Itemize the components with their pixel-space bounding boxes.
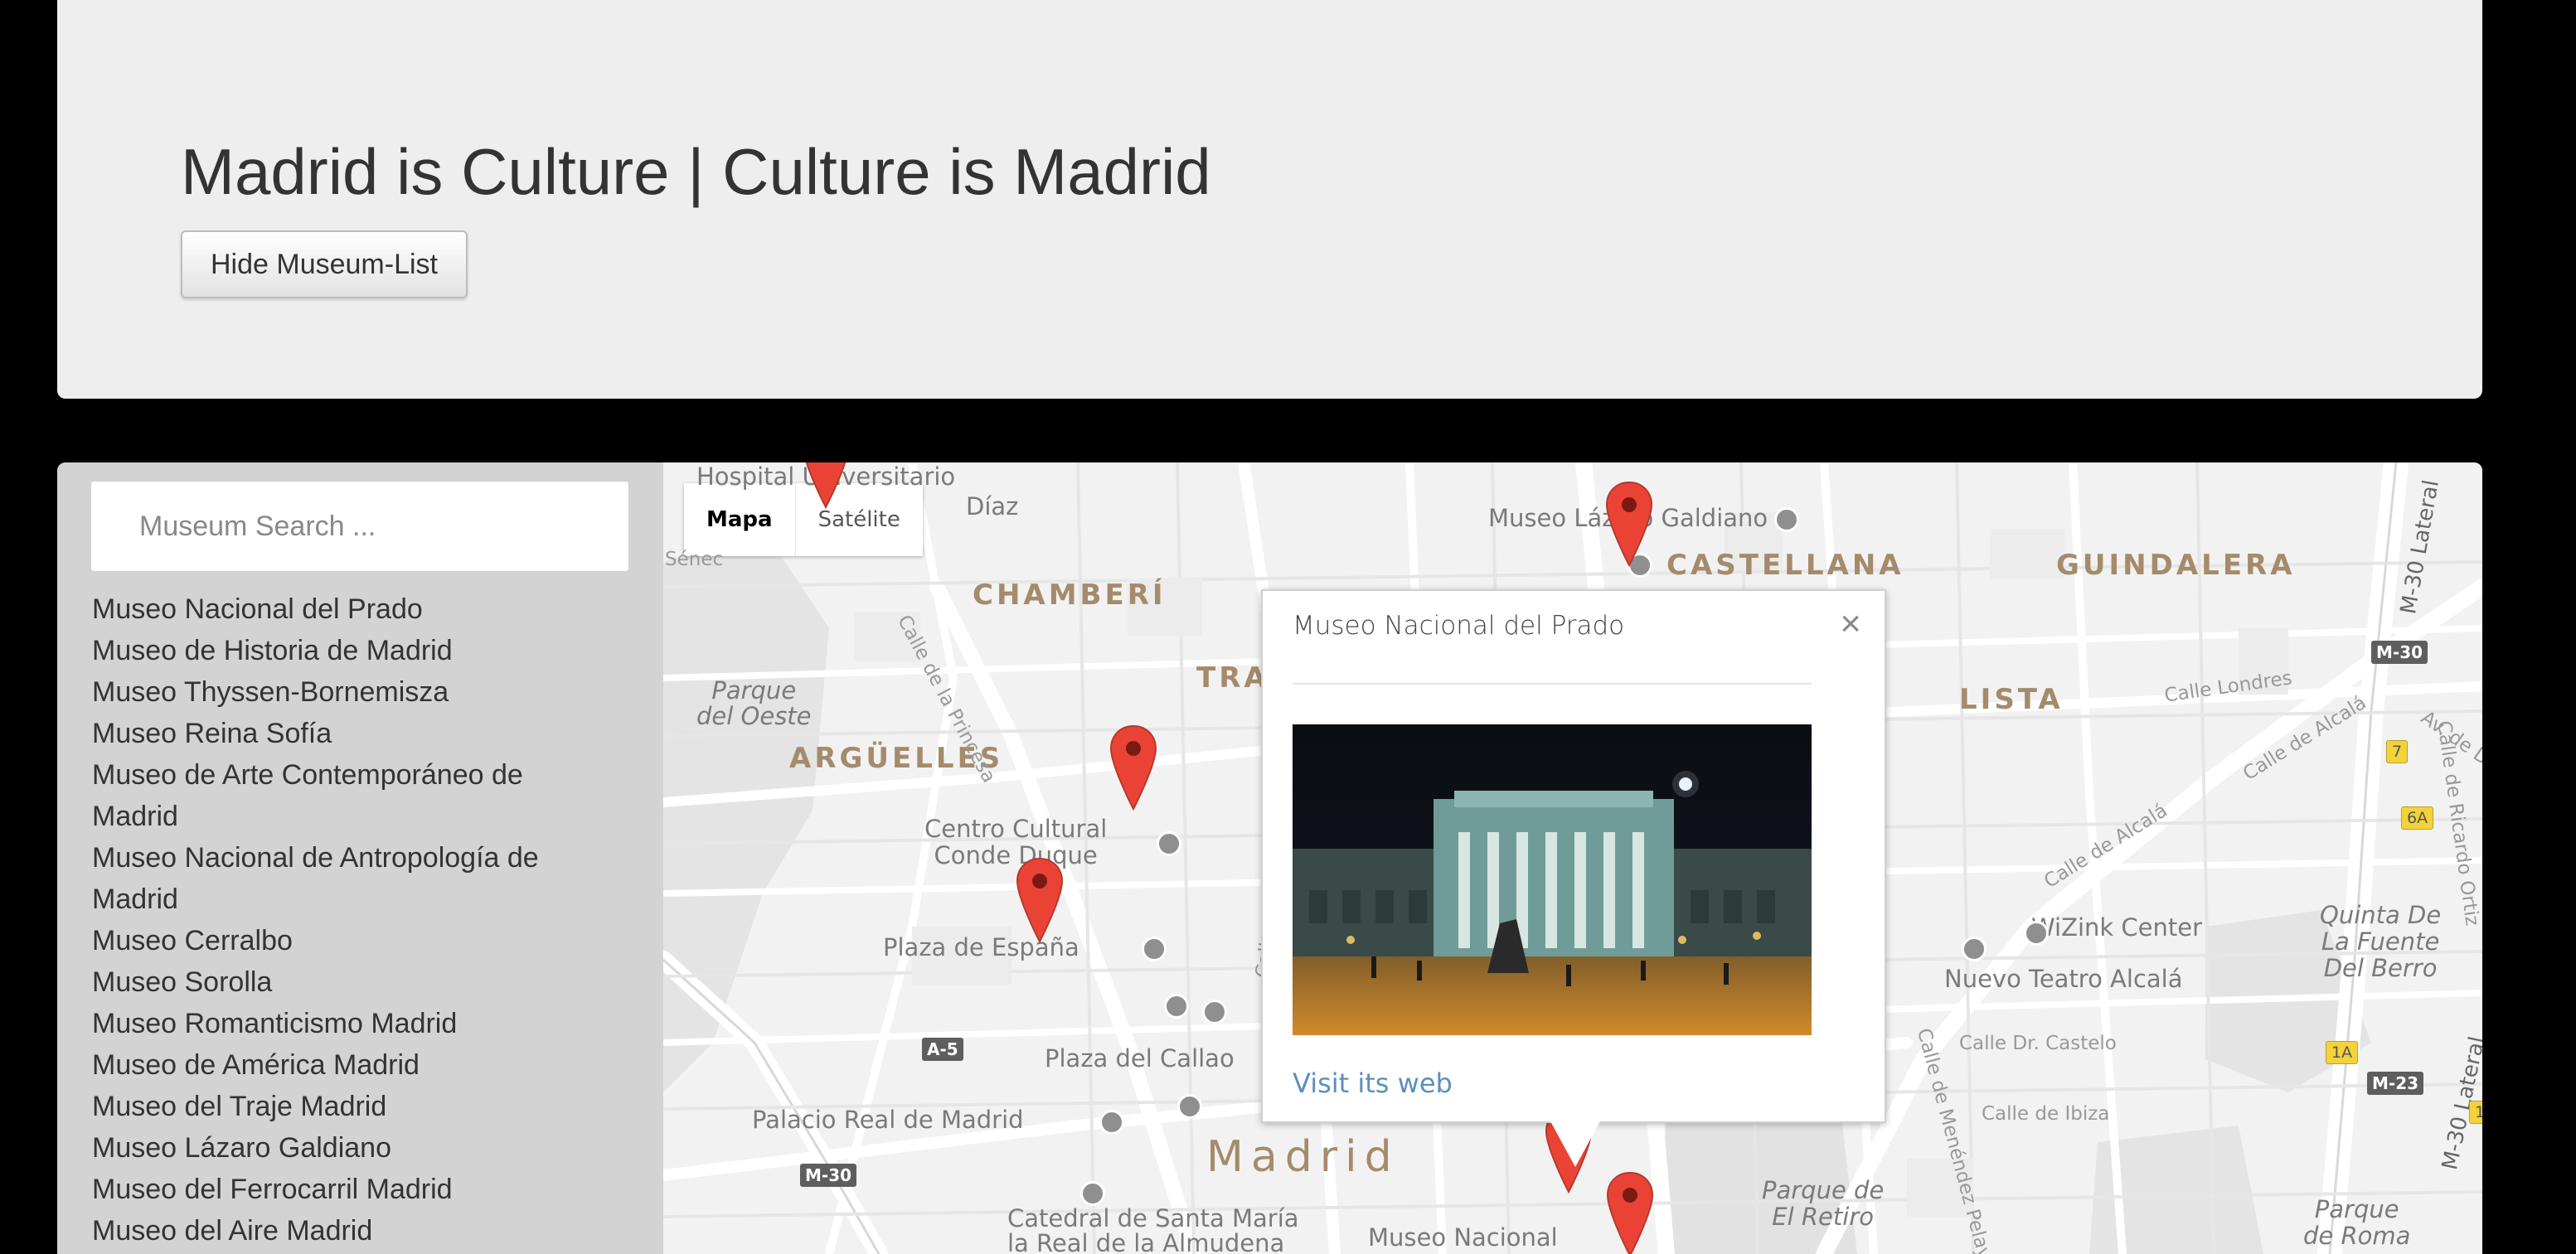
map-label-parque-retiro: Parque de El Retiro [1762,1176,1885,1231]
museum-poi-icon [1177,1094,1202,1119]
road-shield-6a: 6A [2401,806,2434,830]
museum-poi-icon [2024,921,2049,946]
map-label-parque-roma: Parque de Roma [2303,1195,2411,1250]
map-label-museo-nacional: Museo Nacional [1368,1223,1558,1252]
museum-search-input[interactable] [90,481,629,572]
road-shield-m30-b: M-30 [2371,641,2428,664]
map-marker-pin[interactable] [1605,481,1653,567]
museum-list-item[interactable]: Museo Sorolla [92,961,589,1003]
museum-poi-icon [1099,1110,1124,1135]
museum-list-item[interactable]: Museo Thyssen-Bornemisza [92,671,589,713]
map-marker-pin[interactable] [1109,724,1157,811]
museum-list-item[interactable]: Museo Nacional del Prado [92,588,589,630]
map-label-guindalera: GUINDALERA [2056,549,2296,582]
map-label-tra: TRA [1196,661,1269,695]
museum-poi-icon [1164,994,1189,1019]
museum-list-item[interactable]: Museo Nacional de Antropología de Madrid [92,837,589,920]
map-label-palacio-real: Palacio Real de Madrid [752,1106,1024,1134]
info-window-pointer [1550,1121,1600,1167]
museum-poi-icon [1080,1181,1105,1206]
map-label-diaz: Díaz [966,492,1019,520]
museum-list-item[interactable]: Museo de Arte Contemporáneo de Madrid [92,754,589,837]
map-label-calle-ibiza: Calle de Ibiza [1982,1103,2110,1125]
road-shield-7: 7 [2386,740,2409,763]
map-label-wizink: WiZink Center [2031,913,2203,942]
museum-list-item[interactable]: Museo Cerralbo [92,920,589,961]
info-window-divider [1293,683,1812,685]
map-label-catedral: Catedral de Santa María la Real de la Al… [1007,1204,1299,1254]
map-label-lista: LISTA [1959,683,2064,716]
map-marker-pin[interactable] [1606,1171,1654,1254]
visit-web-link[interactable]: Visit its web [1293,1068,1453,1099]
museum-sidebar: Museo Nacional del PradoMuseo de Histori… [57,462,663,1254]
info-window-title: Museo Nacional del Prado [1293,611,1625,641]
museum-list-item[interactable]: Museo Reina Sofía [92,713,589,754]
close-icon[interactable]: × [1840,606,1861,642]
museum-list-item[interactable]: Museo Romanticismo Madrid [92,1003,589,1044]
museum-photo [1293,724,1812,1035]
map-label-senec: Sénec [665,549,724,570]
museum-list-item[interactable]: Museo del Ferrocarril Madrid [92,1169,589,1210]
map-label-calle-castelo: Calle Dr. Castelo [1959,1033,2117,1054]
road-shield-1a: 1A [2326,1041,2359,1064]
map-label-chamberi: CHAMBERÍ [973,579,1167,612]
museum-poi-icon [1157,831,1181,856]
museum-list: Museo Nacional del Prado Museo de Histori… [92,588,589,1252]
map-label-quinta: Quinta De La Fuente Del Berro [2320,901,2442,982]
museum-poi-icon [1142,937,1167,961]
header-jumbotron: Madrid is Culture | Culture is Madrid Hi… [57,0,2482,399]
map-type-map-button[interactable]: Mapa [684,483,795,556]
museum-list-item[interactable]: Museo de América Madrid [92,1044,589,1086]
page-title: Madrid is Culture | Culture is Madrid [181,135,1211,208]
map-marker-pin[interactable] [802,462,850,509]
museum-info-window: Museo Nacional del Prado × Visit its web [1261,589,1886,1123]
road-shield-1: 1 [2469,1101,2482,1124]
map-label-madrid: Madrid [1206,1132,1400,1182]
museum-list-item[interactable]: Museo del Traje Madrid [92,1086,589,1127]
museum-list-item[interactable]: Museo Lázaro Galdiano [92,1127,589,1169]
map-label-castellana: CASTELLANA [1666,549,1904,582]
road-shield-m23: M-23 [2367,1072,2424,1095]
map-label-parque-oeste: Parque del Oeste [696,676,812,730]
museum-poi-icon [1202,1000,1227,1024]
road-shield-a5: A-5 [922,1038,963,1061]
map-marker-pin[interactable] [1016,857,1064,943]
map-label-plaza-callao: Plaza del Callao [1045,1044,1235,1072]
museum-list-item[interactable]: Museo del Aire Madrid [92,1210,589,1252]
map-label-nuevo-teatro: Nuevo Teatro Alcalá [1944,965,2183,993]
road-shield-m30-a: M-30 [800,1164,857,1187]
museum-poi-icon [1962,937,1987,961]
hide-museum-list-button[interactable]: Hide Museum-List [181,230,468,298]
museum-poi-icon [1774,507,1799,532]
museum-list-item[interactable]: Museo de Historia de Madrid [92,630,589,671]
